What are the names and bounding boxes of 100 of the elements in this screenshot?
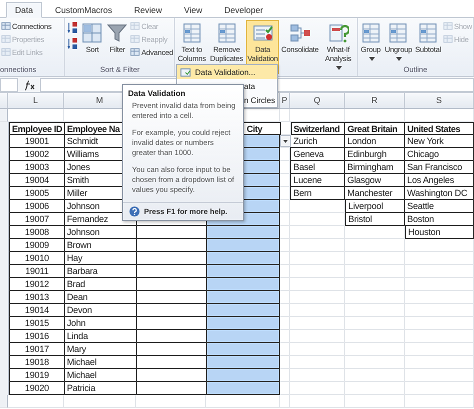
grid-cell[interactable] [280, 265, 290, 278]
table-cell[interactable] [136, 304, 207, 317]
grid-cell[interactable] [345, 356, 406, 369]
grid-cell[interactable] [280, 304, 290, 317]
grid-cell[interactable] [280, 291, 290, 304]
sort-button[interactable] [66, 36, 80, 51]
grid-cell[interactable] [8, 109, 64, 122]
row-header[interactable] [0, 122, 9, 135]
grid-cell[interactable] [290, 382, 346, 395]
ribbon-tab[interactable]: Review [125, 2, 171, 18]
grid-cell[interactable] [64, 395, 136, 408]
grid-cell[interactable] [405, 330, 474, 343]
grid-cell[interactable] [206, 395, 280, 408]
grid-cell[interactable] [405, 356, 474, 369]
column-header[interactable]: L [8, 93, 64, 108]
ribbon-tab[interactable]: View [175, 2, 212, 18]
menu-item[interactable]: Data Validation... [177, 65, 277, 79]
table-cell[interactable] [136, 369, 207, 382]
grid-cell[interactable] [405, 265, 474, 278]
grid-cell[interactable] [345, 343, 406, 356]
grid-cell[interactable] [345, 252, 406, 265]
grid-cell[interactable] [290, 226, 346, 239]
column-header[interactable]: R [345, 93, 405, 108]
grid-cell[interactable] [345, 382, 406, 395]
grid-cell[interactable] [290, 304, 346, 317]
table-cell[interactable] [136, 382, 207, 395]
grid-cell[interactable] [280, 187, 290, 200]
grid-cell[interactable] [290, 395, 345, 408]
grid-cell[interactable] [136, 395, 206, 408]
ribbon-tab[interactable]: Developer [215, 2, 272, 18]
grid-cell[interactable] [280, 343, 290, 356]
grid-cell[interactable] [405, 343, 474, 356]
grid-cell[interactable] [345, 330, 406, 343]
function-icon[interactable] [22, 78, 36, 90]
grid-cell[interactable] [280, 161, 290, 174]
ribbon-tab[interactable]: CustomMacros [46, 2, 122, 18]
sort-button[interactable] [66, 20, 80, 35]
grid-cell[interactable] [345, 265, 406, 278]
table-cell[interactable] [136, 265, 207, 278]
column-header[interactable]: P [280, 93, 290, 108]
grid-cell[interactable] [280, 200, 290, 213]
grid-cell[interactable] [280, 213, 290, 226]
grid-cell[interactable] [405, 109, 474, 122]
grid-cell[interactable] [290, 213, 346, 226]
grid-cell[interactable] [8, 395, 64, 408]
grid-cell[interactable] [290, 200, 346, 213]
table-cell[interactable] [136, 239, 207, 252]
grid-cell[interactable] [345, 317, 406, 330]
grid-cell[interactable] [280, 252, 290, 265]
grid-cell[interactable] [290, 317, 346, 330]
grid-cell[interactable] [405, 369, 474, 382]
grid-cell[interactable] [405, 317, 474, 330]
table-cell[interactable] [136, 343, 207, 356]
grid-cell[interactable] [290, 343, 346, 356]
grid-cell[interactable] [405, 382, 474, 395]
ribbon-tab[interactable]: Data [6, 2, 42, 18]
grid-cell[interactable] [405, 252, 474, 265]
table-cell[interactable] [136, 252, 207, 265]
grid-cell[interactable] [280, 109, 290, 122]
grid-cell[interactable] [280, 330, 290, 343]
grid-cell[interactable] [345, 239, 406, 252]
grid-cell[interactable] [345, 278, 406, 291]
row-header[interactable] [0, 109, 8, 122]
grid-cell[interactable] [345, 395, 405, 408]
grid-cell[interactable] [290, 330, 346, 343]
grid-cell[interactable] [290, 265, 346, 278]
grid-cell[interactable] [345, 291, 406, 304]
grid-cell[interactable] [280, 148, 290, 161]
grid-cell[interactable] [280, 356, 290, 369]
grid-cell[interactable] [280, 369, 290, 382]
grid-cell[interactable] [405, 304, 474, 317]
grid-cell[interactable] [290, 369, 346, 382]
grid-cell[interactable] [345, 369, 406, 382]
table-cell[interactable] [136, 226, 207, 239]
column-header[interactable]: Q [290, 93, 345, 108]
grid-cell[interactable] [280, 174, 290, 187]
grid-cell[interactable] [405, 291, 474, 304]
grid-cell[interactable] [345, 226, 406, 239]
table-cell[interactable] [136, 317, 207, 330]
grid-cell[interactable] [280, 226, 290, 239]
row-header[interactable] [0, 395, 8, 408]
grid-cell[interactable] [405, 239, 474, 252]
grid-cell[interactable] [280, 239, 290, 252]
column-header[interactable]: S [405, 93, 474, 108]
table-cell[interactable] [136, 330, 207, 343]
grid-cell[interactable] [280, 395, 290, 408]
grid-cell[interactable] [290, 252, 346, 265]
grid-cell[interactable] [290, 278, 346, 291]
table-cell[interactable] [136, 291, 207, 304]
grid-cell[interactable] [280, 317, 290, 330]
grid-cell[interactable] [280, 278, 290, 291]
grid-cell[interactable] [405, 278, 474, 291]
grid-cell[interactable] [290, 239, 346, 252]
grid-cell[interactable] [290, 109, 345, 122]
grid-cell[interactable] [345, 304, 406, 317]
grid-cell[interactable] [405, 395, 474, 408]
table-cell[interactable] [136, 356, 207, 369]
grid-cell[interactable] [290, 356, 346, 369]
table-cell[interactable] [136, 278, 207, 291]
grid-cell[interactable] [280, 382, 290, 395]
